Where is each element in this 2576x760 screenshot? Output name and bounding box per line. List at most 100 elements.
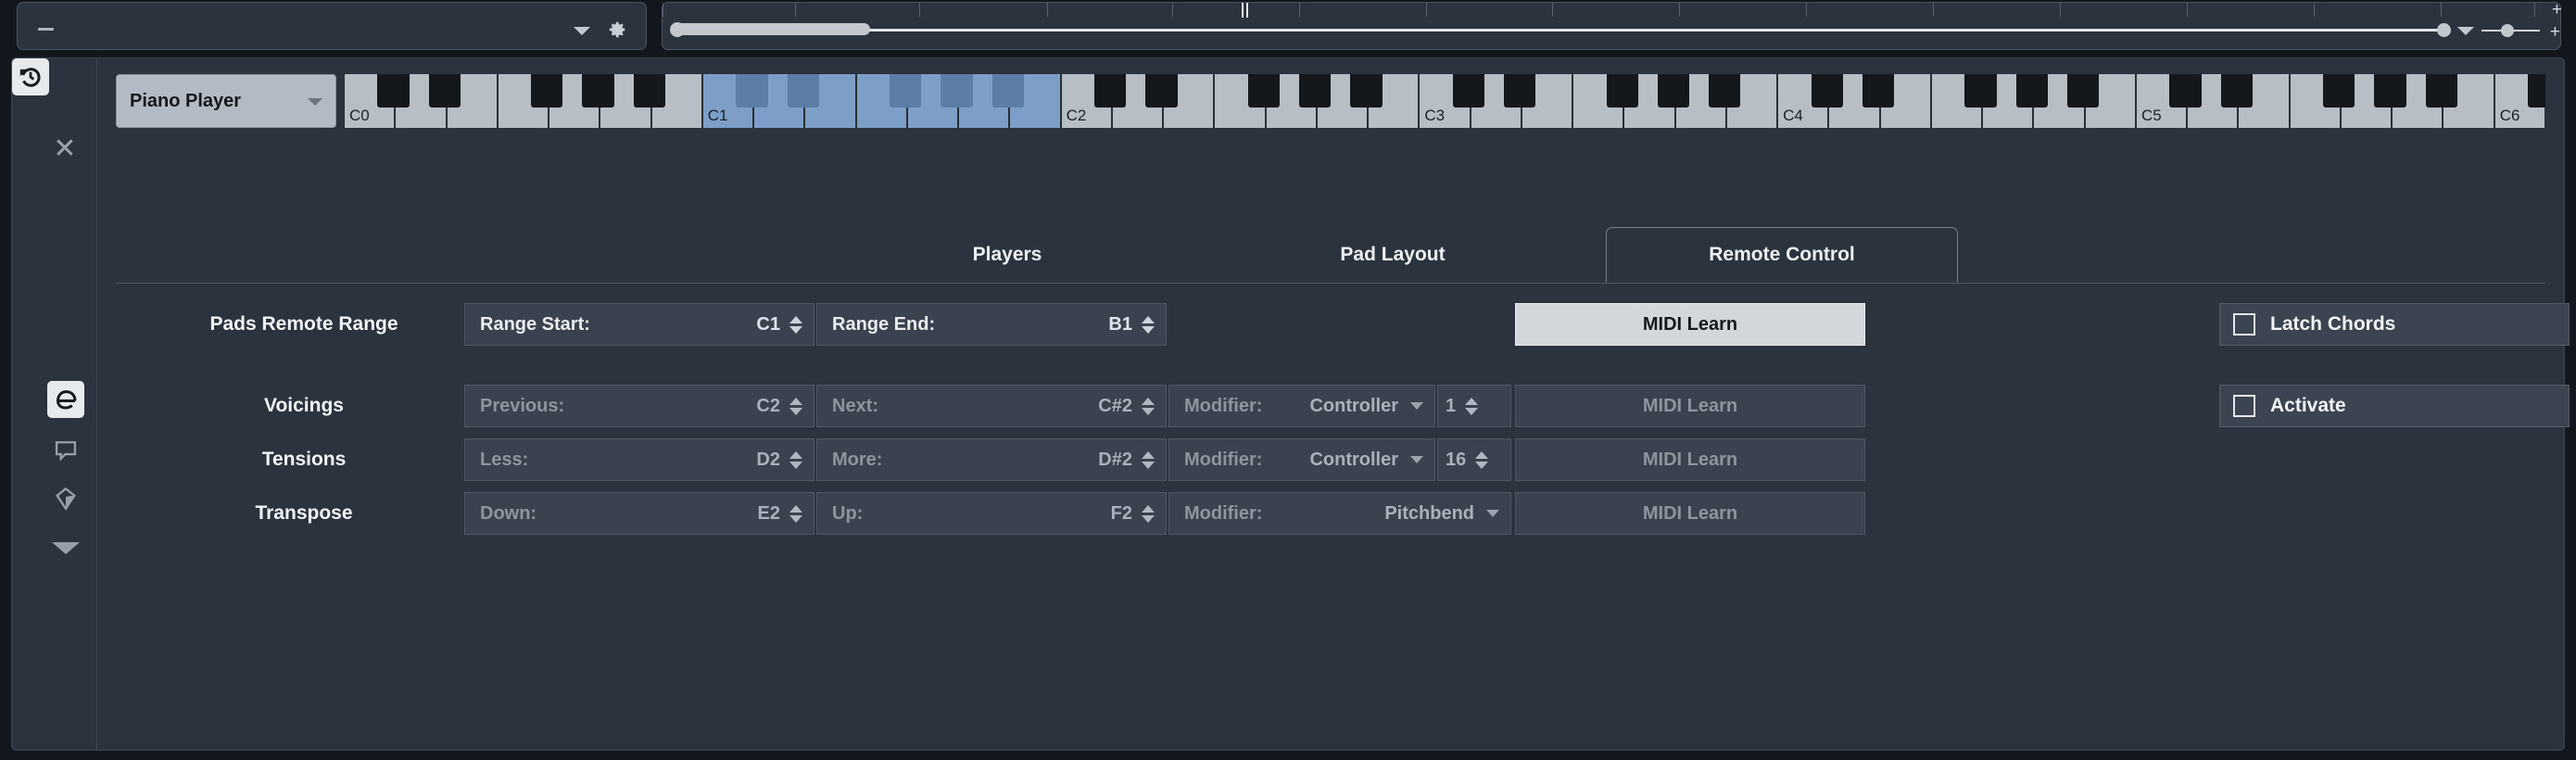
playhead-marker[interactable] — [1242, 3, 1244, 18]
piano-black-key[interactable] — [890, 74, 922, 108]
transpose-up-field[interactable]: Up: F2 — [816, 492, 1167, 535]
piano-black-key[interactable] — [2425, 74, 2457, 108]
plus-icon[interactable]: + — [2550, 23, 2560, 41]
scrollbar-right-knob[interactable] — [2437, 23, 2451, 37]
field-label: Range Start: — [480, 313, 590, 335]
timeline-panel[interactable]: + + — [662, 1, 2562, 50]
piano-black-key[interactable] — [2169, 74, 2202, 108]
checkbox-box[interactable] — [2233, 395, 2255, 417]
activate-checkbox[interactable]: Activate — [2219, 385, 2570, 427]
checkbox-box[interactable] — [2233, 313, 2255, 336]
tensions-more-field[interactable]: More: D#2 — [816, 438, 1167, 481]
chevron-down-icon[interactable] — [308, 98, 322, 106]
horizontal-scrollbar-thumb[interactable] — [674, 23, 870, 35]
voicings-cc-field[interactable]: 1 — [1437, 385, 1511, 427]
piano-black-key[interactable] — [1247, 74, 1281, 108]
piano-black-key[interactable] — [2220, 74, 2253, 108]
piano-black-key[interactable] — [377, 74, 410, 108]
field-value: E2 — [757, 502, 780, 524]
voicings-modifier-dropdown[interactable]: Modifier: Controller — [1168, 385, 1435, 427]
piano-black-key[interactable] — [1606, 74, 1638, 108]
piano-black-key[interactable] — [1350, 74, 1383, 108]
close-icon[interactable]: ✕ — [51, 135, 79, 164]
horizontal-scrollbar-track[interactable] — [676, 29, 2442, 32]
range-start-field[interactable]: Range Start: C1 — [464, 303, 814, 346]
piano-black-key[interactable] — [1299, 74, 1332, 108]
range-end-field[interactable]: Range End: B1 — [816, 303, 1167, 346]
piano-black-key[interactable] — [787, 74, 819, 108]
stepper-arrows[interactable] — [789, 394, 802, 418]
piano-black-key[interactable] — [531, 74, 563, 108]
midi-learn-button-tensions[interactable]: MIDI Learn — [1515, 438, 1865, 481]
piano-black-key[interactable] — [1452, 74, 1485, 108]
midi-learn-button-voicings[interactable]: MIDI Learn — [1515, 385, 1865, 427]
tab-label: Remote Control — [1709, 244, 1855, 265]
octave-label: C5 — [2140, 107, 2162, 124]
piano-black-key[interactable] — [582, 74, 614, 108]
panel-header: Piano Player C0 C1 C2 C3 C4 C5 C6 — [97, 58, 2564, 157]
midi-learn-button-pads[interactable]: MIDI Learn — [1515, 303, 1865, 346]
piano-black-key[interactable] — [1862, 74, 1895, 108]
octave-label: C4 — [1783, 107, 1803, 124]
piano-black-key[interactable] — [2528, 74, 2545, 108]
chevron-down-icon[interactable] — [47, 529, 84, 566]
piano-black-key[interactable] — [1657, 74, 1690, 108]
piano-black-key[interactable] — [1094, 74, 1127, 108]
stepper-arrows[interactable] — [789, 448, 802, 472]
plus-icon[interactable]: + — [2552, 1, 2562, 19]
zoom-slider-knob[interactable] — [2501, 24, 2514, 37]
playhead-marker[interactable] — [1246, 3, 1248, 18]
chevron-down-icon[interactable] — [2457, 27, 2474, 35]
piano-black-key[interactable] — [1811, 74, 1843, 108]
piano-black-key[interactable] — [1145, 74, 1178, 108]
voicings-previous-field[interactable]: Previous: C2 — [464, 385, 814, 427]
ruler-tick — [2534, 3, 2535, 17]
stepper-arrows[interactable] — [789, 312, 802, 336]
gear-icon[interactable] — [607, 19, 627, 40]
piano-black-key[interactable] — [941, 74, 973, 108]
transpose-down-field[interactable]: Down: E2 — [464, 492, 814, 535]
voicings-next-field[interactable]: Next: C#2 — [816, 385, 1167, 427]
piano-black-key[interactable] — [991, 74, 1024, 108]
latch-chords-checkbox[interactable]: Latch Chords — [2219, 303, 2570, 346]
zoom-out-icon[interactable] — [2481, 30, 2494, 32]
ruler-tick — [919, 3, 920, 17]
stepper-arrows[interactable] — [1142, 501, 1155, 526]
piano-black-key[interactable] — [2374, 74, 2406, 108]
tensions-cc-field[interactable]: 16 — [1437, 438, 1511, 481]
midi-learn-button-transpose[interactable]: MIDI Learn — [1515, 492, 1865, 535]
piano-black-key[interactable] — [428, 74, 461, 108]
chevron-down-icon[interactable] — [1410, 456, 1423, 463]
player-select-value: Piano Player — [130, 90, 242, 111]
field-value: Pitchbend — [1384, 502, 1474, 524]
piano-black-key[interactable] — [1709, 74, 1741, 108]
stepper-arrows[interactable] — [1465, 394, 1479, 418]
tensions-less-field[interactable]: Less: D2 — [464, 438, 814, 481]
stepper-arrows[interactable] — [1142, 394, 1155, 418]
row-label: Tensions — [261, 449, 347, 470]
button-label: MIDI Learn — [1642, 502, 1738, 524]
stepper-arrows[interactable] — [1142, 448, 1155, 472]
piano-black-key[interactable] — [736, 74, 768, 108]
stepper-arrows[interactable] — [789, 501, 802, 526]
chevron-down-icon[interactable] — [1486, 510, 1499, 517]
piano-black-key[interactable] — [633, 74, 665, 108]
tab-players[interactable]: Players — [896, 227, 1118, 283]
transport-left-panel[interactable] — [17, 2, 647, 50]
player-select-dropdown[interactable]: Piano Player — [116, 74, 336, 128]
transpose-modifier-dropdown[interactable]: Modifier: Pitchbend — [1168, 492, 1511, 535]
tensions-modifier-dropdown[interactable]: Modifier: Controller — [1168, 438, 1435, 481]
chevron-down-icon[interactable] — [1410, 402, 1423, 410]
piano-black-key[interactable] — [1504, 74, 1536, 108]
piano-black-key[interactable] — [2066, 74, 2100, 108]
midi-keyboard[interactable]: C0 C1 C2 C3 C4 C5 C6 — [344, 74, 2545, 128]
chevron-down-icon[interactable] — [574, 27, 590, 35]
stepper-arrows[interactable] — [1475, 448, 1489, 472]
piano-black-key[interactable] — [2015, 74, 2048, 108]
piano-black-key[interactable] — [1964, 74, 1997, 108]
reset-clock-icon[interactable] — [12, 58, 49, 95]
piano-black-key[interactable] — [2323, 74, 2355, 108]
tab-remote-control[interactable]: Remote Control — [1606, 227, 1958, 283]
tab-pad-layout[interactable]: Pad Layout — [1282, 227, 1504, 283]
stepper-arrows[interactable] — [1142, 312, 1155, 336]
